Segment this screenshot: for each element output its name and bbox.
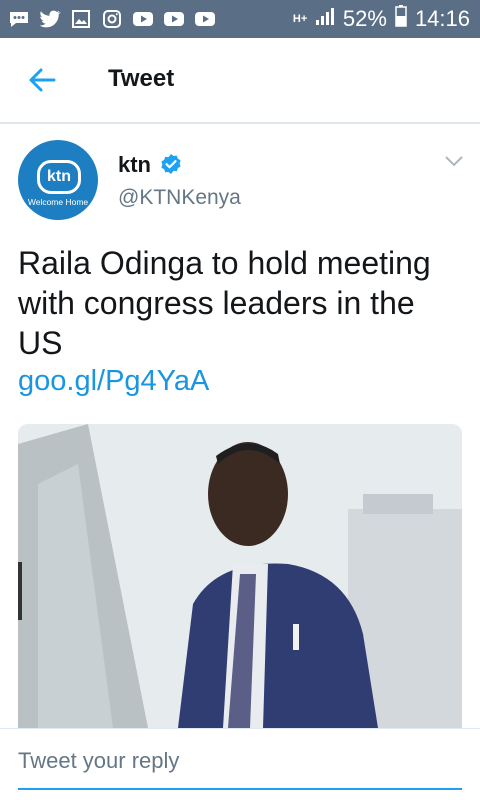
tweet-text: Raila Odinga to hold meeting with congre… <box>18 245 431 361</box>
youtube-icon <box>132 9 154 29</box>
gallery-icon <box>70 9 92 29</box>
youtube-icon <box>194 9 216 29</box>
messages-icon <box>8 9 30 29</box>
status-bar: H+ 52% 14:16 <box>0 0 480 38</box>
tweet-media-image[interactable] <box>18 424 462 728</box>
network-type: H+ <box>292 13 308 25</box>
app-bar: Tweet <box>0 38 480 124</box>
instagram-icon <box>101 9 123 29</box>
avatar[interactable]: ktn Welcome Home <box>18 140 98 220</box>
divider <box>0 728 480 729</box>
author-handle[interactable]: @KTNKenya <box>118 186 241 210</box>
reply-input[interactable]: Tweet your reply <box>18 748 462 790</box>
back-arrow-icon[interactable] <box>24 64 60 96</box>
author-name[interactable]: ktn <box>118 152 151 178</box>
tweet-link[interactable]: goo.gl/Pg4YaA <box>18 365 209 398</box>
battery-percent: 52% <box>342 6 387 31</box>
system-status: H+ 52% 14:16 <box>293 0 470 38</box>
avatar-logo-text: ktn <box>37 160 81 194</box>
youtube-icon <box>163 9 185 29</box>
page-title: Tweet <box>108 65 175 92</box>
battery-icon <box>395 5 407 33</box>
chevron-down-icon[interactable] <box>444 154 464 168</box>
twitter-icon <box>39 9 61 29</box>
avatar-tagline: Welcome Home <box>27 197 89 207</box>
notification-icons <box>8 0 216 38</box>
verified-badge-icon <box>160 153 182 175</box>
clock: 14:16 <box>414 6 470 31</box>
scroll-handle[interactable] <box>18 562 22 620</box>
signal-icon <box>315 6 335 32</box>
